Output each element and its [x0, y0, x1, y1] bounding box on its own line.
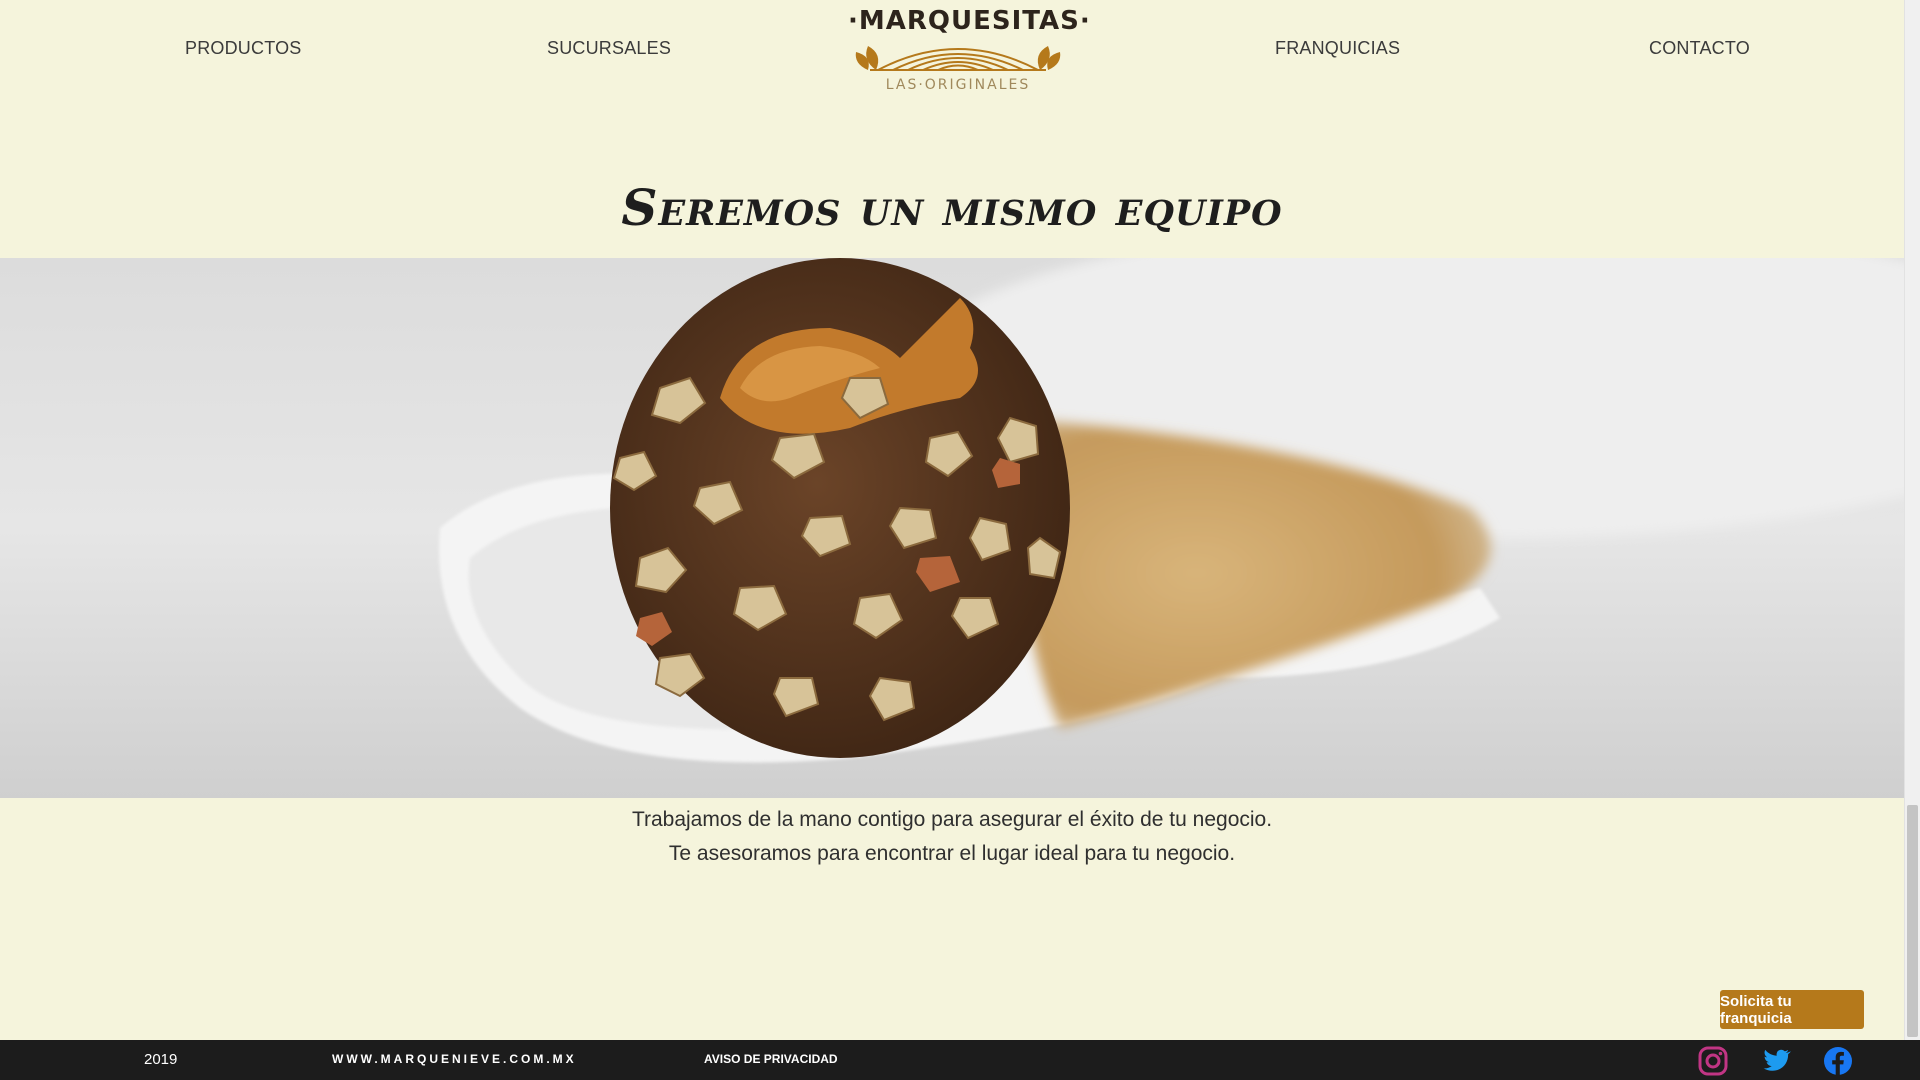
description-line-2: Te asesoramos para encontrar el lugar id… [668, 842, 1236, 865]
footer-year: 2019 [144, 1051, 178, 1068]
logo-emblem-icon [855, 46, 1061, 71]
hero-image [0, 258, 1904, 798]
section-title: Seremos un mismo equipo [621, 178, 1283, 237]
nav-sucursales[interactable]: SUCURSALES [547, 38, 671, 59]
site-header: PRODUCTOS SUCURSALES ·MARQUESITAS· LAS·O… [0, 0, 1904, 110]
nav-franquicias[interactable]: FRANQUICIAS [1275, 38, 1400, 59]
logo-subtitle: LAS·ORIGINALES [885, 77, 1031, 93]
scrollbar[interactable] [1904, 0, 1920, 1040]
facebook-icon[interactable] [1822, 1045, 1854, 1077]
nav-contacto[interactable]: CONTACTO [1649, 38, 1750, 59]
description-line-1: Trabajamos de la mano contigo para asegu… [631, 808, 1273, 831]
scrollbar-thumb[interactable] [1907, 805, 1918, 1037]
solicita-franquicia-button[interactable]: Solicita tu franquicia [1720, 990, 1864, 1029]
nav-productos[interactable]: PRODUCTOS [185, 38, 301, 59]
instagram-icon[interactable] [1697, 1045, 1729, 1077]
footer-site-url[interactable]: WWW.MARQUENIEVE.COM.MX [332, 1052, 577, 1066]
site-footer: 2019 WWW.MARQUENIEVE.COM.MX AVISO DE PRI… [0, 1040, 1920, 1080]
logo[interactable]: ·MARQUESITAS· LAS·ORIGINALES [848, 0, 1091, 100]
logo-title: ·MARQUESITAS· [848, 6, 1091, 36]
privacy-link[interactable]: AVISO DE PRIVACIDAD [704, 1052, 838, 1066]
description: Trabajamos de la mano contigo para asegu… [0, 803, 1904, 871]
twitter-icon[interactable] [1759, 1045, 1791, 1077]
